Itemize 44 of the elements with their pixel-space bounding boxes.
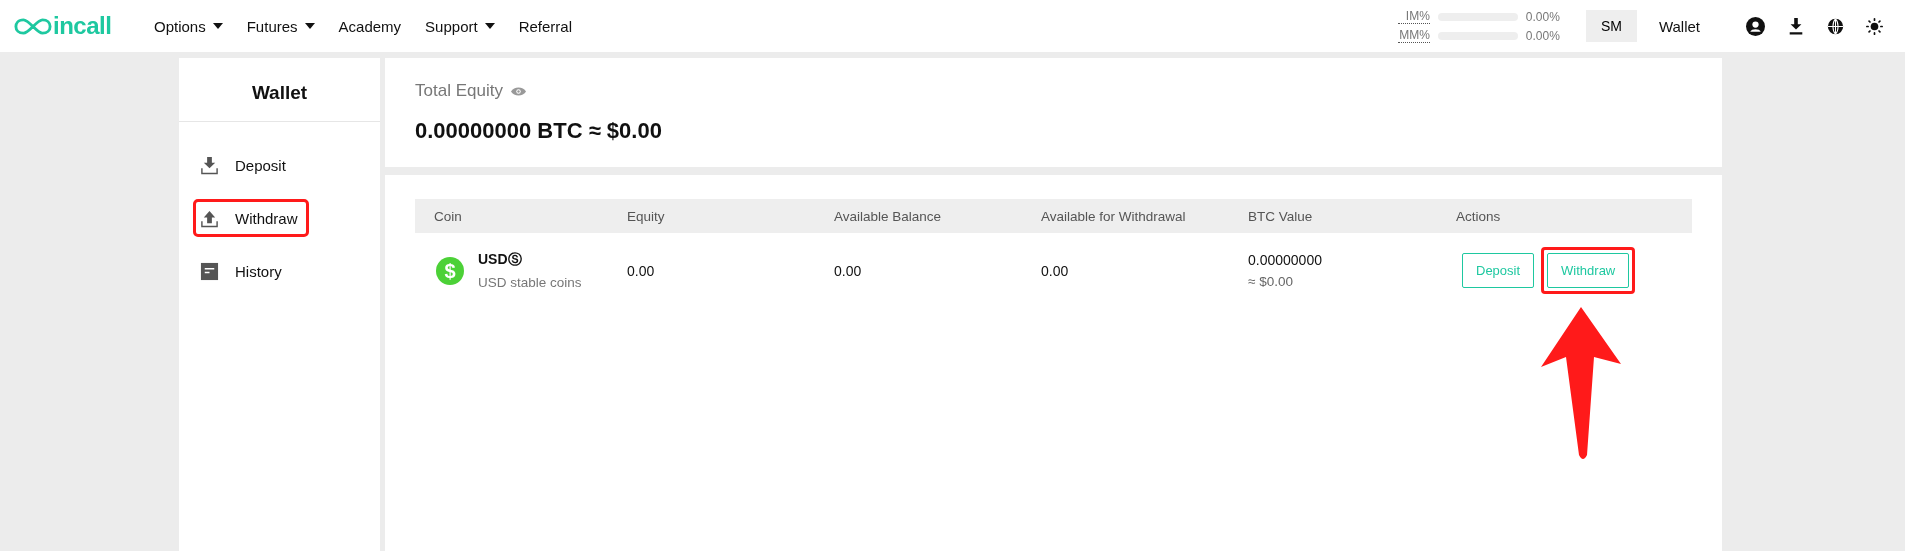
nav-link[interactable]: Academy [338,17,402,35]
caret-icon [212,23,223,29]
logo-text: incall [53,12,112,40]
meter-label: MM% [1397,28,1430,43]
equity-value: 0.00000000 BTC ≈ $0.00 [415,118,663,144]
eye-icon[interactable] [510,86,526,96]
caret-icon [484,23,495,29]
document-icon [200,261,219,281]
column-header: Available Balance [834,208,943,224]
sidebar-item[interactable]: Withdraw [196,208,298,228]
nav-link[interactable]: Options [154,17,223,35]
usd-value: ≈ $0.00 [1248,274,1294,289]
download-icon [200,155,219,175]
sun-icon[interactable] [1866,17,1883,35]
nav-link[interactable]: Futures [246,17,315,35]
table-cell-text: 0.00 [834,262,863,279]
account-icon[interactable] [1746,16,1765,36]
logo-icon [14,16,52,36]
wallet-link[interactable]: Wallet [1658,17,1700,35]
sidebar-item[interactable]: Deposit [196,155,286,175]
table-cell-text: 0.00 [627,262,656,279]
table-cell-text: 0.00 [1041,262,1070,279]
download-icon[interactable] [1787,17,1805,35]
nav-link[interactable]: Support [425,17,495,35]
column-header: Actions [1456,208,1502,224]
column-header: BTC Value [1248,208,1314,224]
coin-description: USD stable coins [478,275,582,290]
meter-label: IM% [1397,9,1430,24]
sidebar-item[interactable]: History [196,261,282,281]
meter-reading: 0.00% [1525,28,1560,43]
caret-icon [304,23,315,29]
dollar-coin-icon: $ [436,256,464,285]
sidebar-title: Wallet [250,81,309,105]
column-header: Equity [627,208,666,224]
equity-label: Total Equity [415,81,503,101]
mode-button[interactable]: SM [1585,10,1637,42]
column-header: Available for Withdrawal [1041,208,1187,224]
btc-value: 0.00000000 [1248,252,1323,268]
coin-name: USDⓈ [478,251,523,269]
upload-icon [200,208,219,228]
globe-icon[interactable] [1827,17,1844,35]
meter-reading: 0.00% [1525,9,1560,24]
nav-link[interactable]: Referral [518,17,572,35]
column-header: Coin [434,208,463,224]
